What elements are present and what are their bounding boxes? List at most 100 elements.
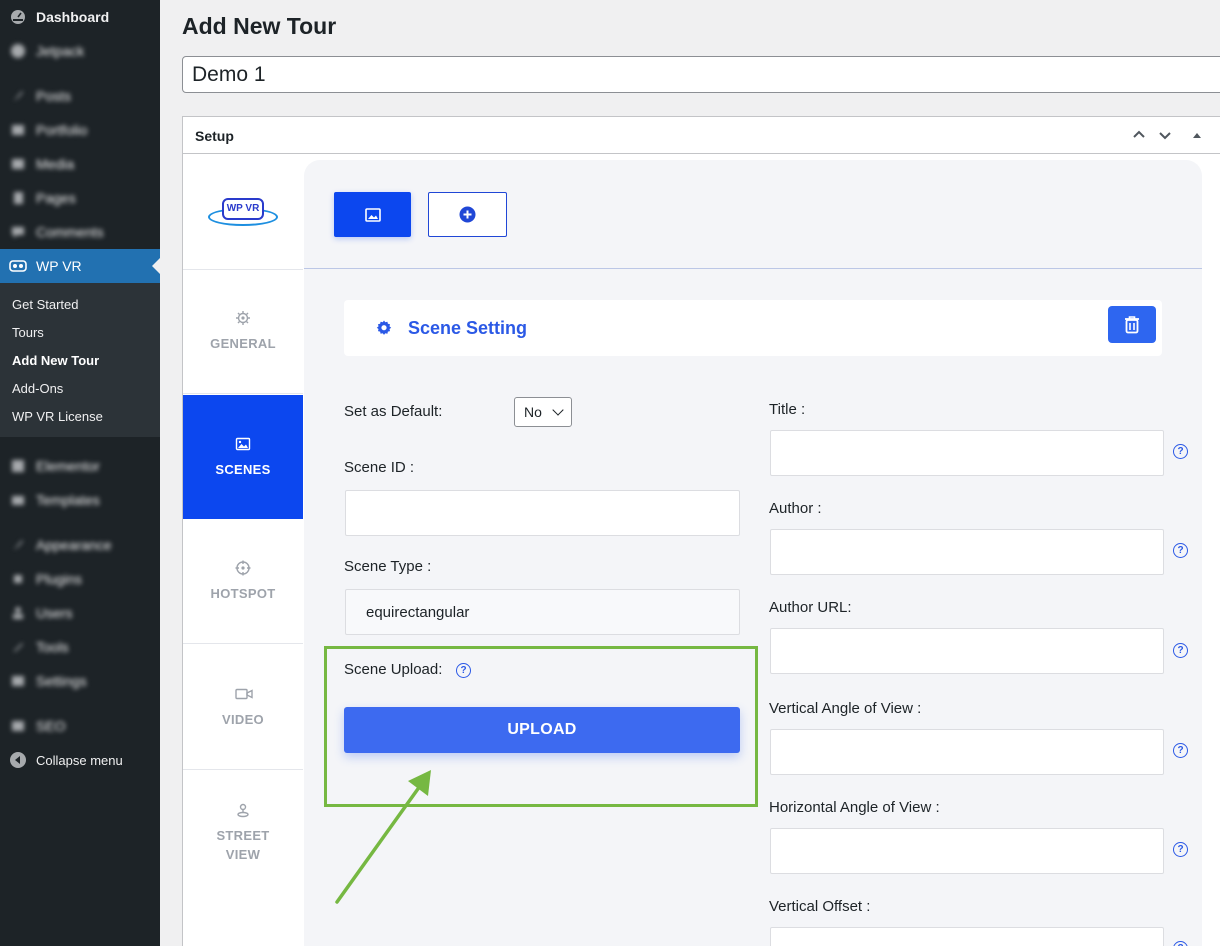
- scene-setting-title: Scene Setting: [408, 318, 528, 338]
- vertical-offset-input[interactable]: [770, 927, 1164, 946]
- street-view-icon: [235, 802, 251, 818]
- menu-item-tools[interactable]: Tools: [0, 630, 160, 664]
- vertical-angle-input[interactable]: [770, 729, 1164, 775]
- video-icon: [235, 686, 253, 702]
- tab-street-view-label: STREET VIEW: [216, 828, 270, 862]
- menu-item-dashboard[interactable]: Dashboard: [0, 0, 160, 34]
- wpvr-logo: WP VR: [183, 154, 303, 270]
- divider: [304, 268, 1202, 269]
- brush-icon: [8, 535, 28, 555]
- help-icon[interactable]: ?: [1173, 941, 1188, 946]
- gear-icon: [235, 310, 251, 326]
- scene-type-input[interactable]: [345, 589, 740, 635]
- help-icon[interactable]: ?: [456, 663, 471, 678]
- collapse-arrow-icon: [10, 752, 26, 768]
- submenu-add-ons[interactable]: Add-Ons: [12, 381, 63, 396]
- menu-label: Settings: [36, 673, 87, 689]
- menu-item-settings[interactable]: Settings: [0, 664, 160, 698]
- wp-vr-submenu: Get Started Tours Add New Tour Add-Ons W…: [0, 283, 160, 437]
- jetpack-icon: [8, 41, 28, 61]
- tab-video[interactable]: VIDEO: [183, 646, 303, 770]
- menu-label: Jetpack: [36, 43, 85, 59]
- comments-icon: [8, 222, 28, 242]
- menu-item-portfolio[interactable]: Portfolio: [0, 113, 160, 147]
- menu-item-posts[interactable]: Posts: [0, 79, 160, 113]
- chevron-up-icon[interactable]: [1131, 127, 1147, 143]
- menu-item-comments[interactable]: Comments: [0, 215, 160, 249]
- set-default-select[interactable]: No: [514, 397, 572, 427]
- menu-item-plugins[interactable]: Plugins: [0, 562, 160, 596]
- help-icon[interactable]: ?: [1173, 743, 1188, 758]
- menu-item-jetpack[interactable]: Jetpack: [0, 34, 160, 68]
- help-icon[interactable]: ?: [1173, 444, 1188, 459]
- menu-item-elementor[interactable]: Elementor: [0, 449, 160, 483]
- folder-icon: [8, 490, 28, 510]
- menu-label: WP VR: [36, 258, 82, 274]
- crosshair-icon: [235, 560, 251, 576]
- page-title: Add New Tour: [182, 13, 337, 39]
- upload-button[interactable]: UPLOAD: [344, 707, 740, 753]
- help-icon[interactable]: ?: [1173, 842, 1188, 857]
- scene-panel: Scene Setting Set as Default: No Scene I…: [304, 160, 1202, 946]
- title-input[interactable]: [770, 430, 1164, 476]
- menu-label: Portfolio: [36, 122, 88, 138]
- menu-item-appearance[interactable]: Appearance: [0, 528, 160, 562]
- scene-tab-1[interactable]: [334, 192, 411, 237]
- user-icon: [8, 603, 28, 623]
- wpvr-tab-nav: WP VR GENERAL SCENES HOTSPOT VIDEO STREE…: [183, 154, 303, 946]
- scene-type-label: Scene Type :: [344, 558, 432, 575]
- add-scene-button[interactable]: [428, 192, 507, 237]
- menu-item-wp-vr[interactable]: WP VR: [0, 249, 160, 283]
- portfolio-icon: [8, 120, 28, 140]
- help-icon[interactable]: ?: [1173, 543, 1188, 558]
- tab-scenes[interactable]: SCENES: [183, 395, 303, 519]
- menu-label: Pages: [36, 190, 76, 206]
- author-input[interactable]: [770, 529, 1164, 575]
- image-icon: [235, 436, 251, 452]
- menu-item-seo[interactable]: SEO: [0, 709, 160, 743]
- scene-id-input[interactable]: [345, 490, 740, 536]
- toggle-panel-icon[interactable]: [1189, 127, 1205, 143]
- title-label: Title :: [769, 401, 806, 418]
- chevron-down-icon[interactable]: [1157, 127, 1173, 143]
- trash-icon: [1125, 316, 1139, 334]
- logo-text: WP VR: [222, 197, 264, 220]
- collapse-menu-label: Collapse menu: [36, 752, 123, 768]
- tab-general[interactable]: GENERAL: [183, 270, 303, 394]
- tab-hotspot[interactable]: HOTSPOT: [183, 520, 303, 644]
- menu-label: Dashboard: [36, 9, 110, 25]
- submenu-license[interactable]: WP VR License: [12, 409, 103, 424]
- author-url-input[interactable]: [770, 628, 1164, 674]
- scene-upload-label: Scene Upload:: [344, 661, 443, 678]
- submenu-tours[interactable]: Tours: [12, 325, 44, 340]
- menu-item-pages[interactable]: Pages: [0, 181, 160, 215]
- tour-title-input[interactable]: [182, 56, 1220, 93]
- setup-postbox: Setup WP VR GENERAL SCENES HOTSPOT VIDEO…: [182, 116, 1220, 946]
- menu-item-media[interactable]: Media: [0, 147, 160, 181]
- image-icon: [364, 207, 381, 222]
- wrench-icon: [8, 637, 28, 657]
- tab-street-view[interactable]: STREET VIEW: [183, 771, 303, 895]
- menu-label: Media: [36, 156, 75, 172]
- gear-icon: [375, 319, 393, 337]
- vr-icon: [8, 256, 28, 276]
- plus-circle-icon: [459, 206, 476, 223]
- menu-label: Elementor: [36, 458, 100, 474]
- horizontal-angle-input[interactable]: [770, 828, 1164, 874]
- delete-scene-button[interactable]: [1108, 306, 1156, 343]
- tab-hotspot-label: HOTSPOT: [210, 586, 276, 601]
- vertical-angle-label: Vertical Angle of View :: [769, 700, 922, 717]
- menu-item-users[interactable]: Users: [0, 596, 160, 630]
- collapse-menu-button[interactable]: Collapse menu: [0, 745, 160, 775]
- seo-icon: [8, 716, 28, 736]
- wpvr-logo-badge: WP VR: [208, 196, 278, 228]
- submenu-add-new-tour[interactable]: Add New Tour: [12, 353, 99, 368]
- admin-sidebar: Dashboard Jetpack Posts Portfolio Media …: [0, 0, 160, 946]
- submenu-get-started[interactable]: Get Started: [12, 297, 78, 312]
- menu-item-templates[interactable]: Templates: [0, 483, 160, 517]
- menu-label: Users: [36, 605, 73, 621]
- pages-icon: [8, 188, 28, 208]
- help-icon[interactable]: ?: [1173, 643, 1188, 658]
- scene-id-label: Scene ID :: [344, 459, 415, 476]
- elementor-icon: [8, 456, 28, 476]
